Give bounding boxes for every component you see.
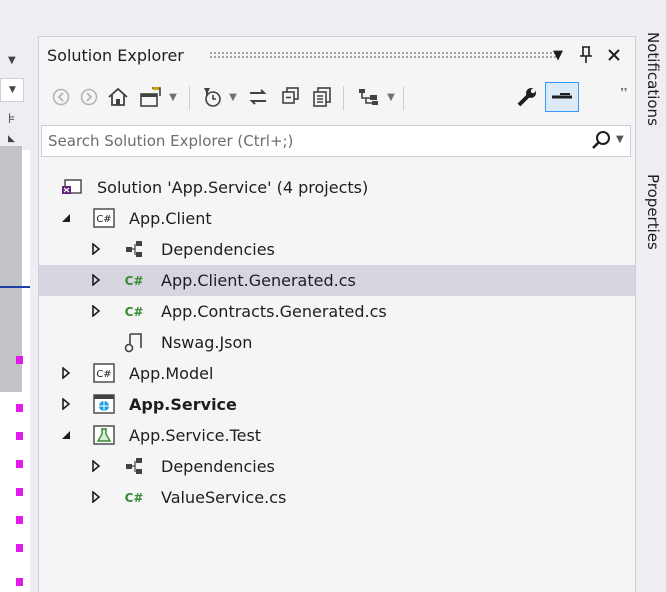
tree-item-label: App.Client: [129, 209, 212, 228]
toggle-preview-button[interactable]: [545, 82, 579, 112]
ide-window: ▼ ▼ ⊧ ◣ Solution Explorer ▼ ▼ ▼ ▼ ❜❜ Sea…: [0, 0, 666, 592]
editor-dropdown[interactable]: ▼: [0, 78, 24, 102]
tree-item-label: Dependencies: [161, 457, 275, 476]
csharp-file-icon: C#: [123, 301, 145, 321]
change-marker: [16, 356, 23, 364]
collapsed-arrow-icon[interactable]: [89, 304, 103, 318]
tree-item-label: Solution 'App.Service' (4 projects): [97, 178, 369, 197]
tree-item-dependencies[interactable]: Dependencies: [39, 451, 635, 482]
back-icon[interactable]: [49, 82, 73, 112]
tree-item-nswag-json[interactable]: Nswag.Json: [39, 327, 635, 358]
change-marker: [16, 488, 23, 496]
show-all-files-icon[interactable]: [309, 82, 335, 112]
side-tool-tabs: Notifications Properties: [640, 32, 666, 592]
toolbar-overflow-icon[interactable]: ❜❜: [617, 77, 631, 107]
search-icon[interactable]: [590, 129, 614, 153]
corner-icon: ◣: [8, 134, 15, 144]
editor-edge: ▼ ▼ ⊧ ◣: [0, 0, 36, 592]
pin-icon[interactable]: [575, 43, 597, 67]
tree-item-app-model[interactable]: C# App.Model: [39, 358, 635, 389]
collapsed-arrow-icon[interactable]: [89, 273, 103, 287]
dependencies-icon: [123, 456, 145, 476]
dependencies-icon: [123, 239, 145, 259]
tree-item-app-contracts-generated-cs[interactable]: C# App.Contracts.Generated.cs: [39, 296, 635, 327]
search-input[interactable]: [48, 126, 568, 156]
json-file-icon: [123, 332, 145, 353]
csharp-file-icon: C#: [123, 270, 145, 290]
top-strip: [0, 0, 666, 34]
tree-item-label: App.Model: [129, 364, 214, 383]
solution-tree: Solution 'App.Service' (4 projects) C# A…: [39, 167, 635, 592]
toolbar-separator: [189, 86, 190, 110]
window-position-dropdown-icon[interactable]: ▼: [547, 43, 569, 67]
collapsed-arrow-icon[interactable]: [59, 366, 73, 380]
tree-item-app-service-test[interactable]: App.Service.Test: [39, 420, 635, 451]
tree-item-label: Nswag.Json: [161, 333, 253, 352]
filter-dropdown-icon[interactable]: ▼: [227, 82, 239, 112]
panel-titlebar[interactable]: Solution Explorer ▼: [39, 37, 635, 75]
web-project-icon: [93, 394, 115, 414]
csharp-file-icon: C#: [123, 487, 145, 507]
title-grip[interactable]: [209, 51, 559, 59]
tree-item-label: App.Client.Generated.cs: [161, 271, 356, 290]
panel-title: Solution Explorer: [47, 46, 184, 65]
search-options-dropdown-icon[interactable]: ▼: [616, 134, 624, 145]
tree-item-app-client[interactable]: C# App.Client: [39, 203, 635, 234]
pending-changes-filter-icon[interactable]: [199, 82, 225, 112]
switch-views-dropdown-icon[interactable]: ▼: [167, 82, 179, 112]
preview-selected-items-icon[interactable]: [355, 82, 383, 112]
change-marker: [16, 432, 23, 440]
svg-text:C#: C#: [125, 491, 144, 505]
tree-item-label: App.Service.Test: [129, 426, 262, 445]
collapsed-arrow-icon[interactable]: [89, 490, 103, 504]
properties-icon[interactable]: [513, 82, 541, 112]
sync-with-active-document-icon[interactable]: [245, 82, 271, 112]
home-icon[interactable]: [105, 82, 131, 112]
collapsed-arrow-icon[interactable]: [89, 242, 103, 256]
solution-icon: [61, 177, 83, 197]
tree-item-label: App.Service: [129, 395, 237, 414]
toggle-preview-icon: [552, 93, 572, 99]
collapse-all-icon[interactable]: [277, 82, 303, 112]
tree-item-solution[interactable]: Solution 'App.Service' (4 projects): [39, 172, 635, 203]
split-icon[interactable]: ⊧: [8, 112, 15, 126]
svg-text:C#: C#: [125, 274, 144, 288]
tree-item-app-service[interactable]: App.Service: [39, 389, 635, 420]
panel-toolbar: ▼ ▼ ▼ ❜❜: [39, 77, 635, 119]
tree-item-label: App.Contracts.Generated.cs: [161, 302, 387, 321]
csharp-project-icon: C#: [93, 363, 115, 383]
preview-dropdown-icon[interactable]: ▼: [385, 82, 397, 112]
tree-item-label: ValueService.cs: [161, 488, 287, 507]
dropdown-arrow-icon[interactable]: ▼: [8, 54, 16, 68]
close-icon[interactable]: [603, 43, 625, 67]
toolbar-separator: [403, 86, 404, 110]
forward-icon[interactable]: [77, 82, 101, 112]
expanded-arrow-icon[interactable]: [59, 428, 73, 442]
collapsed-arrow-icon[interactable]: [59, 397, 73, 411]
change-marker: [16, 404, 23, 412]
chevron-down-icon: ▼: [9, 85, 16, 95]
tab-notifications[interactable]: Notifications: [644, 32, 662, 126]
switch-views-icon[interactable]: [137, 82, 165, 112]
tab-properties[interactable]: Properties: [644, 174, 662, 250]
search-box[interactable]: ▼: [41, 125, 631, 157]
tree-item-value-service-cs[interactable]: C# ValueService.cs: [39, 482, 635, 513]
editor-caret-line: [0, 286, 30, 288]
tree-item-app-client-generated-cs[interactable]: C# App.Client.Generated.cs: [39, 265, 635, 296]
expanded-arrow-icon[interactable]: [59, 211, 73, 225]
change-marker: [16, 544, 23, 552]
csharp-project-icon: C#: [93, 208, 115, 228]
svg-text:C#: C#: [125, 305, 144, 319]
svg-text:C#: C#: [96, 369, 111, 380]
tree-item-dependencies[interactable]: Dependencies: [39, 234, 635, 265]
toolbar-separator: [343, 86, 344, 110]
svg-text:C#: C#: [96, 214, 111, 225]
collapsed-arrow-icon[interactable]: [89, 459, 103, 473]
change-marker: [16, 578, 23, 586]
test-project-icon: [93, 425, 115, 445]
change-marker: [16, 460, 23, 468]
change-marker: [16, 516, 23, 524]
tree-item-label: Dependencies: [161, 240, 275, 259]
solution-explorer-panel: Solution Explorer ▼ ▼ ▼ ▼ ❜❜ Search Solu…: [38, 36, 636, 592]
